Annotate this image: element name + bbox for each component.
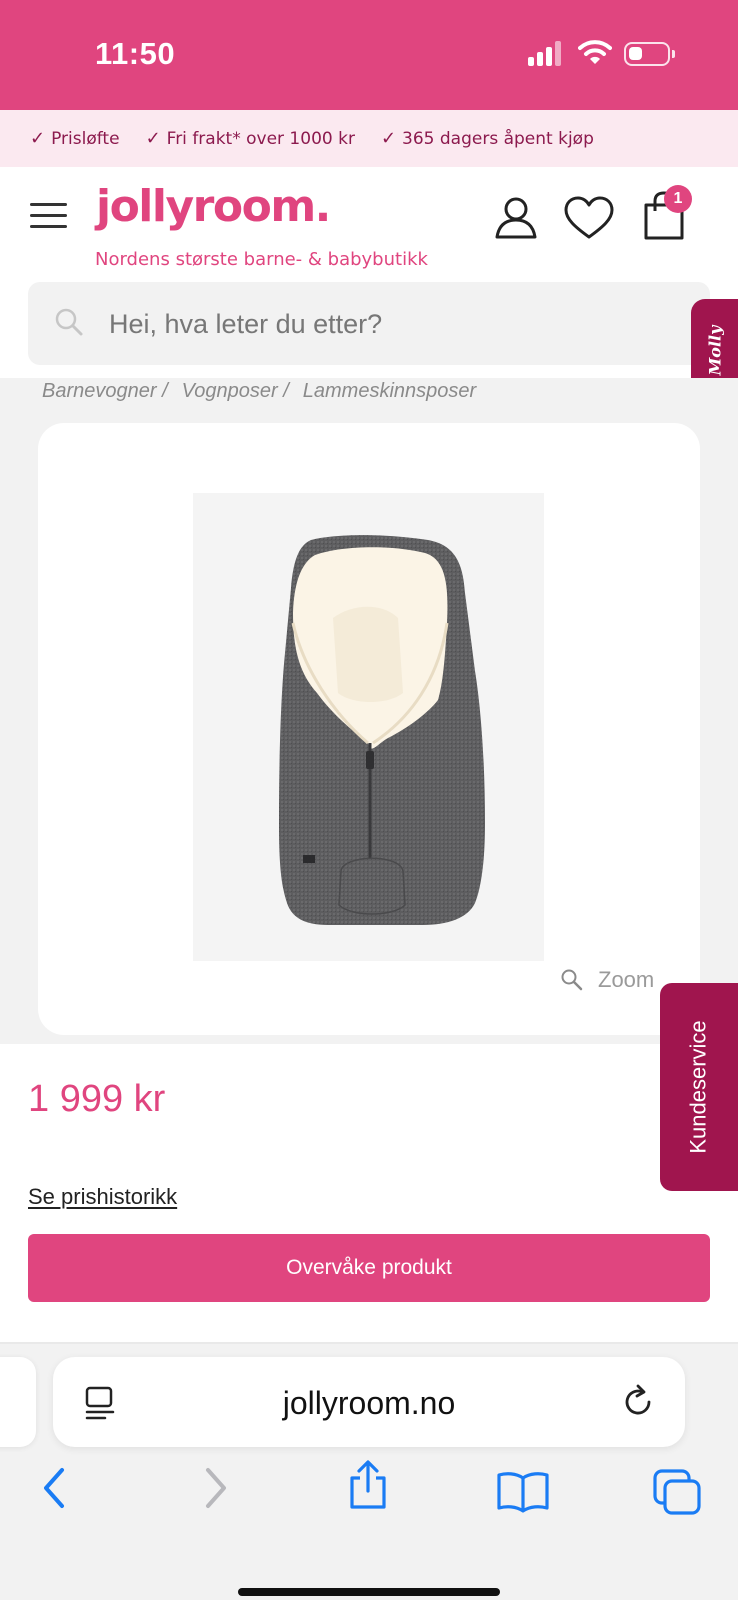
zoom-button[interactable]: Zoom: [560, 967, 654, 993]
battery-icon: [624, 42, 675, 66]
watch-product-button[interactable]: Overvåke produkt: [28, 1234, 710, 1302]
back-icon[interactable]: [40, 1466, 70, 1510]
zoom-icon: [561, 969, 583, 991]
share-icon[interactable]: [346, 1460, 390, 1510]
home-indicator: [238, 1588, 500, 1596]
check-icon: ✓: [145, 128, 161, 149]
check-icon: ✓: [380, 128, 397, 149]
menu-icon[interactable]: [30, 203, 67, 229]
product-image[interactable]: [193, 493, 544, 961]
product-price: 1 999 kr: [28, 1078, 166, 1120]
usp-label: Fri frakt* over 1000 kr: [166, 128, 355, 149]
search-placeholder: Hei, hva leter du etter?: [109, 309, 383, 339]
search-section: Hei, hva leter du etter?: [0, 281, 738, 378]
browser-toolbar: jollyroom.no: [0, 1344, 738, 1600]
zoom-label: Zoom: [598, 967, 655, 992]
usp-item: ✓ Fri frakt* over 1000 kr: [146, 128, 355, 149]
site-header: jollyroom. Nordens største barne- & baby…: [0, 167, 738, 281]
customer-service-label: Kundeservice: [686, 1020, 711, 1154]
chat-assistant-label: Molly: [705, 325, 724, 376]
forward-icon[interactable]: [200, 1466, 230, 1510]
usp-item: ✓ Prisløfte: [30, 128, 120, 149]
wifi-icon: [578, 40, 612, 64]
status-bar: 11:50: [0, 0, 738, 110]
usp-label: Prisløfte: [51, 128, 120, 149]
reload-icon[interactable]: [622, 1384, 656, 1420]
heart-icon[interactable]: [563, 196, 615, 240]
search-icon: [55, 308, 83, 336]
status-time: 11:50: [95, 36, 176, 71]
breadcrumb-item[interactable]: Barnevogner /: [42, 380, 168, 403]
url-text: jollyroom.no: [282, 1385, 456, 1421]
usp-bar: ✓ Prisløfte ✓ Fri frakt* over 1000 kr ✓ …: [0, 110, 738, 167]
product-gallery-section: Barnevogner / Vognposer / Lammeskinnspos…: [0, 378, 738, 1044]
bookmarks-icon[interactable]: [496, 1470, 550, 1514]
breadcrumb-item[interactable]: Vognposer /: [182, 380, 289, 403]
site-logo[interactable]: jollyroom.: [96, 181, 331, 232]
footmuff-illustration: [279, 535, 485, 925]
tabs-icon[interactable]: [652, 1468, 702, 1516]
check-icon: ✓: [30, 128, 46, 149]
cart-count-badge: 1: [664, 185, 692, 213]
usp-item: ✓ 365 dagers åpent kjøp: [381, 128, 594, 149]
address-bar[interactable]: jollyroom.no: [53, 1357, 685, 1447]
site-tagline: Nordens største barne- & babybutikk: [95, 249, 428, 270]
breadcrumb: Barnevogner / Vognposer / Lammeskinnspos…: [42, 380, 476, 403]
usp-label: 365 dagers åpent kjøp: [402, 128, 594, 149]
signal-icon: [528, 40, 562, 66]
breadcrumb-item[interactable]: Lammeskinnsposer: [303, 380, 476, 403]
account-icon[interactable]: [494, 195, 538, 239]
product-image-card: Zoom: [38, 423, 700, 1035]
search-input[interactable]: Hei, hva leter du etter?: [28, 282, 710, 365]
customer-service-tab[interactable]: Kundeservice: [660, 983, 738, 1191]
previous-tab-preview[interactable]: [0, 1357, 36, 1447]
price-history-link[interactable]: Se prishistorikk: [28, 1184, 177, 1210]
